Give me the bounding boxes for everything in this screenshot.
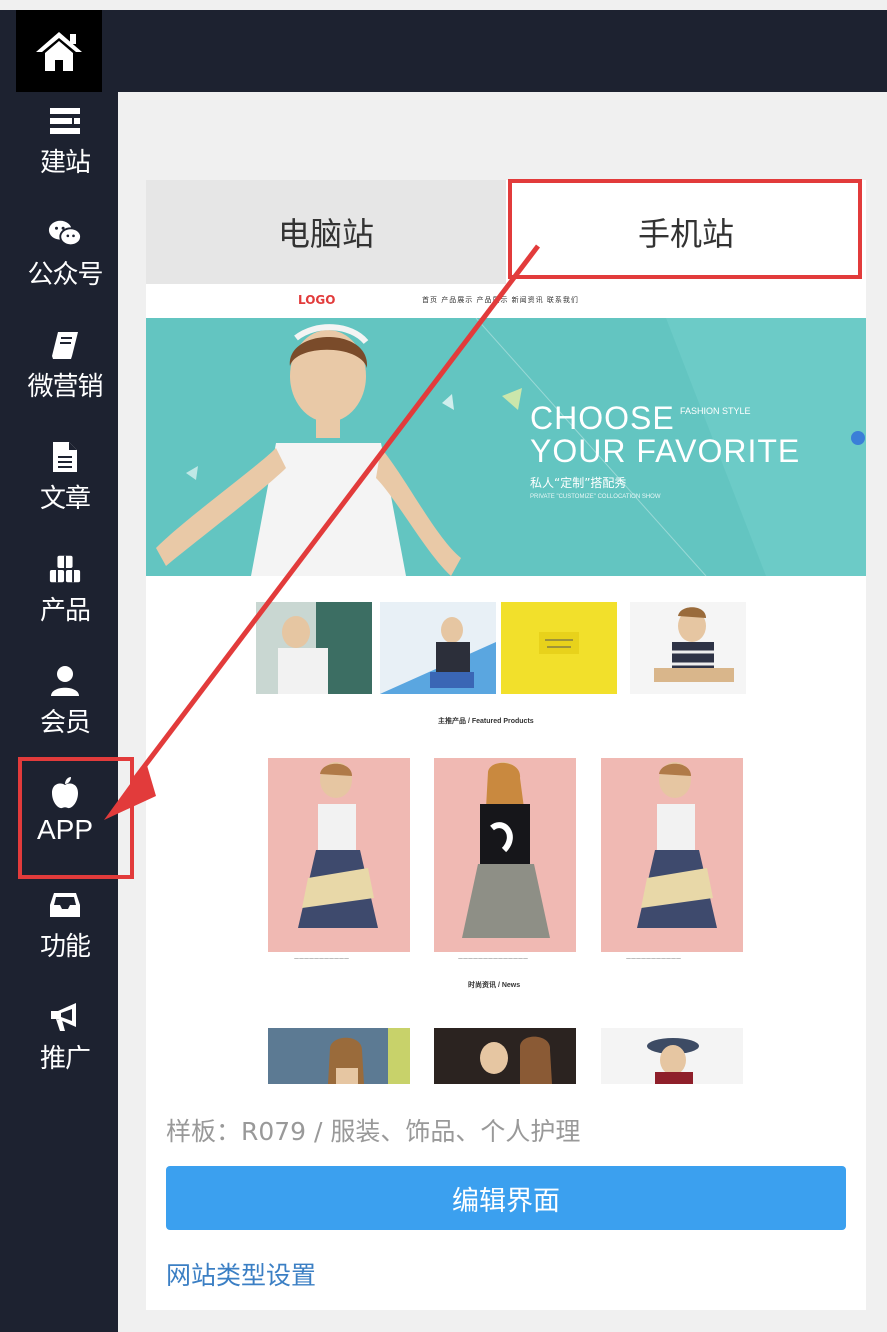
site-type-settings-link[interactable]: 网站类型设置 bbox=[166, 1256, 316, 1292]
edit-interface-button[interactable]: 编辑界面 bbox=[166, 1166, 846, 1230]
template-sample-label: 样板：R079 / 服装、饰品、个人护理 bbox=[166, 1117, 581, 1146]
